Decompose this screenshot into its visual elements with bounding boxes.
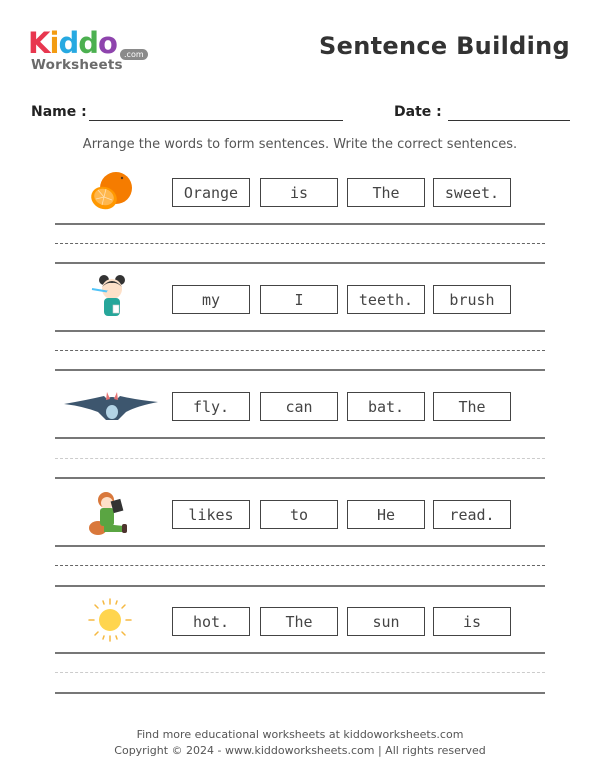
word-tile[interactable]: I (260, 285, 338, 314)
writing-line-middle (55, 672, 545, 673)
exercise-row: hot. The sun is (0, 597, 600, 705)
writing-line-bottom[interactable] (55, 692, 545, 694)
instructions: Arrange the words to form sentences. Wri… (82, 137, 518, 152)
writing-line-top (55, 330, 545, 332)
sun-icon (82, 597, 142, 645)
word-tile[interactable]: to (260, 500, 338, 529)
logo-wordmark: Kiddo (28, 26, 118, 60)
date-label: Date : (394, 104, 442, 120)
word-tile[interactable]: teeth. (347, 285, 425, 314)
word-tile[interactable]: The (347, 178, 425, 207)
word-tile[interactable]: read. (433, 500, 511, 529)
kiddo-worksheets-logo: Kiddo Worksheets .com (28, 28, 153, 76)
footer-promo: Find more educational worksheets at kidd… (136, 728, 464, 741)
logo-letter: d (58, 26, 79, 60)
word-tile[interactable]: The (260, 607, 338, 636)
word-tile[interactable]: He (347, 500, 425, 529)
writing-line-middle (55, 243, 545, 244)
writing-line-top (55, 223, 545, 225)
date-field[interactable] (448, 120, 570, 121)
logo-letter: K (28, 26, 51, 60)
logo-letter: o (97, 26, 118, 60)
writing-line-middle (55, 565, 545, 566)
logo-letter: d (78, 26, 99, 60)
logo-subtitle: Worksheets (31, 57, 123, 73)
word-tile[interactable]: likes (172, 500, 250, 529)
logo-com-badge: .com (120, 49, 148, 60)
writing-line-bottom[interactable] (55, 477, 545, 479)
word-tile[interactable]: brush (433, 285, 511, 314)
exercise-row: Orange is The sweet. (0, 168, 600, 276)
name-label: Name : (31, 104, 87, 120)
exercise-row: my I teeth. brush (0, 275, 600, 383)
exercise-row: fly. can bat. The (0, 382, 600, 490)
word-tile[interactable]: is (433, 607, 511, 636)
word-tile[interactable]: can (260, 392, 338, 421)
word-tile[interactable]: sun (347, 607, 425, 636)
writing-line-top (55, 437, 545, 439)
word-tile[interactable]: The (433, 392, 511, 421)
logo-letter: i (49, 26, 59, 60)
orange-icon (82, 168, 142, 216)
writing-line-bottom[interactable] (55, 369, 545, 371)
word-tile[interactable]: sweet. (433, 178, 511, 207)
writing-line-top (55, 652, 545, 654)
writing-line-top (55, 545, 545, 547)
writing-line-middle (55, 350, 545, 351)
word-tile[interactable]: fly. (172, 392, 250, 421)
writing-line-middle (55, 458, 545, 459)
footer-copyright: Copyright © 2024 - www.kiddoworksheets.c… (114, 744, 486, 757)
writing-line-bottom[interactable] (55, 262, 545, 264)
word-tile[interactable]: hot. (172, 607, 250, 636)
bat-icon (62, 382, 162, 430)
girl-brushing-teeth-icon (82, 275, 142, 323)
writing-line-bottom[interactable] (55, 585, 545, 587)
word-tile[interactable]: Orange (172, 178, 250, 207)
exercise-row: likes to He read. (0, 490, 600, 598)
name-field[interactable] (89, 120, 343, 121)
word-tile[interactable]: my (172, 285, 250, 314)
word-tile[interactable]: is (260, 178, 338, 207)
word-tile[interactable]: bat. (347, 392, 425, 421)
boy-reading-icon (82, 490, 142, 538)
page-title: Sentence Building (319, 32, 570, 60)
